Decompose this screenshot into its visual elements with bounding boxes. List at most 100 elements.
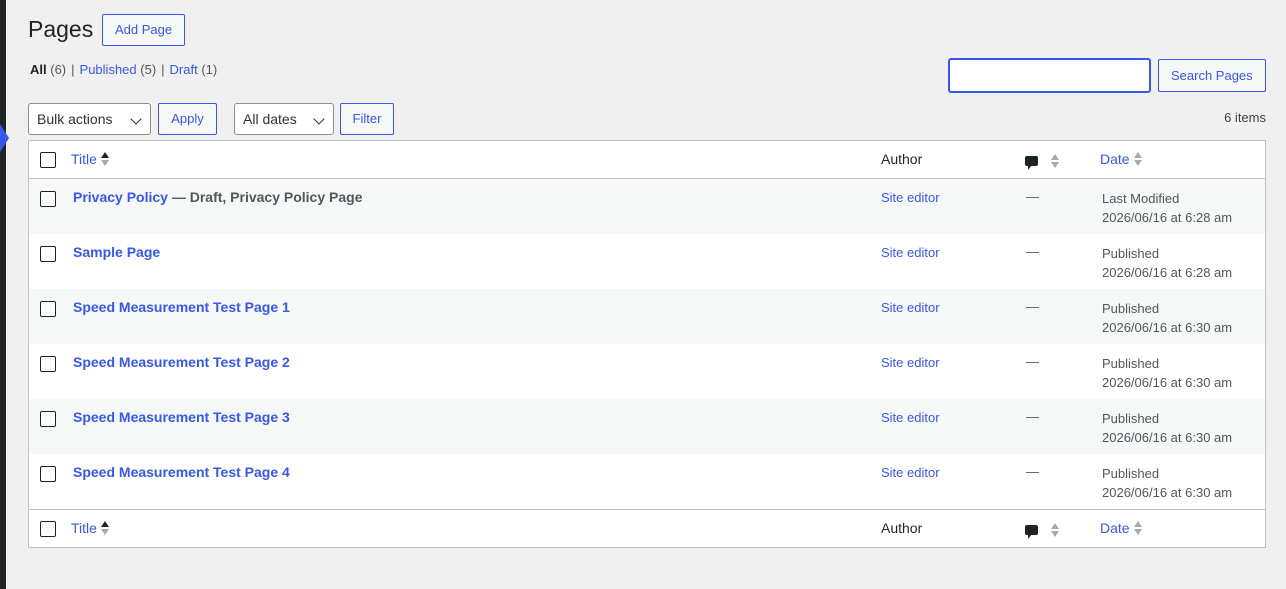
apply-button[interactable]: Apply — [158, 103, 217, 135]
row-date-value: 2026/06/16 at 6:30 am — [1102, 375, 1233, 390]
table-header: Title Author Date — [29, 141, 1265, 179]
sort-arrows-icon — [1051, 522, 1061, 538]
row-comments: — — [1026, 189, 1039, 204]
table-row: Speed Measurement Test Page 4 Site edito… — [29, 454, 1265, 509]
row-date-status: Published — [1102, 301, 1160, 316]
bulk-actions-select[interactable]: Bulk actions — [28, 103, 151, 135]
row-checkbox[interactable] — [40, 466, 56, 482]
dates-value: All dates — [243, 111, 297, 127]
row-comments: — — [1026, 409, 1039, 424]
row-title-link[interactable]: Speed Measurement Test Page 3 — [73, 409, 290, 425]
column-title-sort[interactable]: Title — [71, 520, 111, 536]
table-row: Speed Measurement Test Page 1 Site edito… — [29, 289, 1265, 344]
search-pages-button[interactable]: Search Pages — [1158, 59, 1266, 92]
row-date-value: 2026/06/16 at 6:28 am — [1102, 210, 1233, 225]
row-author-link[interactable]: Site editor — [881, 410, 940, 425]
select-all-checkbox-footer[interactable] — [40, 521, 56, 537]
row-date: Last Modified 2026/06/16 at 6:28 am — [1102, 189, 1232, 227]
pages-table: Title Author Date Privacy Policy — Draft… — [28, 140, 1266, 548]
column-date-sort[interactable]: Date — [1100, 520, 1144, 536]
table-row: Sample Page Site editor — Published 2026/… — [29, 234, 1265, 289]
row-date-status: Last Modified — [1102, 191, 1180, 206]
column-date-label: Date — [1100, 151, 1130, 167]
filter-all[interactable]: All — [30, 62, 47, 77]
row-author-link[interactable]: Site editor — [881, 465, 940, 480]
sort-arrows-icon — [1133, 151, 1144, 167]
column-title-label: Title — [71, 151, 97, 167]
table-row: Privacy Policy — Draft, Privacy Policy P… — [29, 179, 1265, 234]
row-title-link[interactable]: Speed Measurement Test Page 2 — [73, 354, 290, 370]
search-input[interactable] — [948, 58, 1151, 93]
row-date: Published 2026/06/16 at 6:30 am — [1102, 464, 1232, 502]
row-title: Sample Page — [73, 244, 160, 260]
dates-select[interactable]: All dates — [234, 103, 334, 135]
row-comments: — — [1026, 299, 1039, 314]
table-row: Speed Measurement Test Page 2 Site edito… — [29, 344, 1265, 399]
row-title: Speed Measurement Test Page 3 — [73, 409, 290, 425]
filter-button[interactable]: Filter — [340, 103, 394, 135]
column-date-sort[interactable]: Date — [1100, 151, 1144, 167]
row-date: Published 2026/06/16 at 6:30 am — [1102, 299, 1232, 337]
row-author-link[interactable]: Site editor — [881, 300, 940, 315]
column-date-label: Date — [1100, 520, 1130, 536]
row-author-link[interactable]: Site editor — [881, 355, 940, 370]
sort-arrows-icon — [100, 151, 111, 167]
column-comments-sort[interactable] — [1025, 152, 1059, 170]
row-comments: — — [1026, 354, 1039, 369]
chevron-down-icon — [130, 113, 142, 125]
row-title: Speed Measurement Test Page 4 — [73, 464, 290, 480]
filter-draft[interactable]: Draft — [170, 62, 198, 77]
admin-sidebar-edge — [0, 0, 6, 589]
column-comments-sort[interactable] — [1025, 521, 1059, 539]
row-title-link[interactable]: Speed Measurement Test Page 1 — [73, 299, 290, 315]
column-title-label: Title — [71, 520, 97, 536]
bulk-actions-value: Bulk actions — [37, 111, 113, 127]
row-date-status: Published — [1102, 466, 1160, 481]
row-date-value: 2026/06/16 at 6:30 am — [1102, 320, 1233, 335]
items-count: 6 items — [1224, 110, 1266, 125]
row-title: Speed Measurement Test Page 1 — [73, 299, 290, 315]
filter-all-count: (6) — [50, 62, 67, 77]
row-title-link[interactable]: Sample Page — [73, 244, 160, 260]
row-author-link[interactable]: Site editor — [881, 245, 940, 260]
chevron-down-icon — [313, 113, 325, 125]
row-author-link[interactable]: Site editor — [881, 190, 940, 205]
sort-arrows-icon — [1133, 520, 1144, 536]
filter-separator: | — [71, 62, 75, 77]
row-date-status: Published — [1102, 411, 1160, 426]
table-row: Speed Measurement Test Page 3 Site edito… — [29, 399, 1265, 454]
column-title-sort[interactable]: Title — [71, 151, 111, 167]
page-title: Pages — [28, 16, 94, 42]
filter-published[interactable]: Published — [80, 62, 137, 77]
comment-bubble-icon — [1025, 155, 1038, 170]
select-all-checkbox[interactable] — [40, 152, 56, 168]
row-date-value: 2026/06/16 at 6:28 am — [1102, 265, 1233, 280]
row-checkbox[interactable] — [40, 246, 56, 262]
row-post-state: — Draft, Privacy Policy Page — [167, 189, 363, 205]
column-author-label: Author — [881, 520, 923, 536]
column-author-label: Author — [881, 151, 923, 167]
row-checkbox[interactable] — [40, 411, 56, 427]
row-date-value: 2026/06/16 at 6:30 am — [1102, 485, 1233, 500]
row-date-status: Published — [1102, 356, 1160, 371]
sort-arrows-icon — [100, 520, 111, 536]
filter-published-count: (5) — [140, 62, 157, 77]
sort-arrows-icon — [1051, 153, 1061, 169]
row-checkbox[interactable] — [40, 301, 56, 317]
row-checkbox[interactable] — [40, 191, 56, 207]
row-date-value: 2026/06/16 at 6:30 am — [1102, 430, 1233, 445]
row-title-link[interactable]: Speed Measurement Test Page 4 — [73, 464, 290, 480]
row-checkbox[interactable] — [40, 356, 56, 372]
row-title: Privacy Policy — Draft, Privacy Policy P… — [73, 189, 362, 205]
filter-draft-count: (1) — [201, 62, 218, 77]
row-date: Published 2026/06/16 at 6:28 am — [1102, 244, 1232, 282]
row-title-link[interactable]: Privacy Policy — [73, 189, 168, 205]
row-comments: — — [1026, 464, 1039, 479]
table-body: Privacy Policy — Draft, Privacy Policy P… — [29, 179, 1265, 509]
add-page-button[interactable]: Add Page — [102, 14, 186, 46]
row-date: Published 2026/06/16 at 6:30 am — [1102, 409, 1232, 447]
row-title: Speed Measurement Test Page 2 — [73, 354, 290, 370]
tablenav-top: Bulk actions Apply All dates Filter 6 it… — [28, 103, 1266, 135]
row-comments: — — [1026, 244, 1039, 259]
status-filters: All (6) | Published (5) | Draft (1) — [30, 62, 217, 77]
